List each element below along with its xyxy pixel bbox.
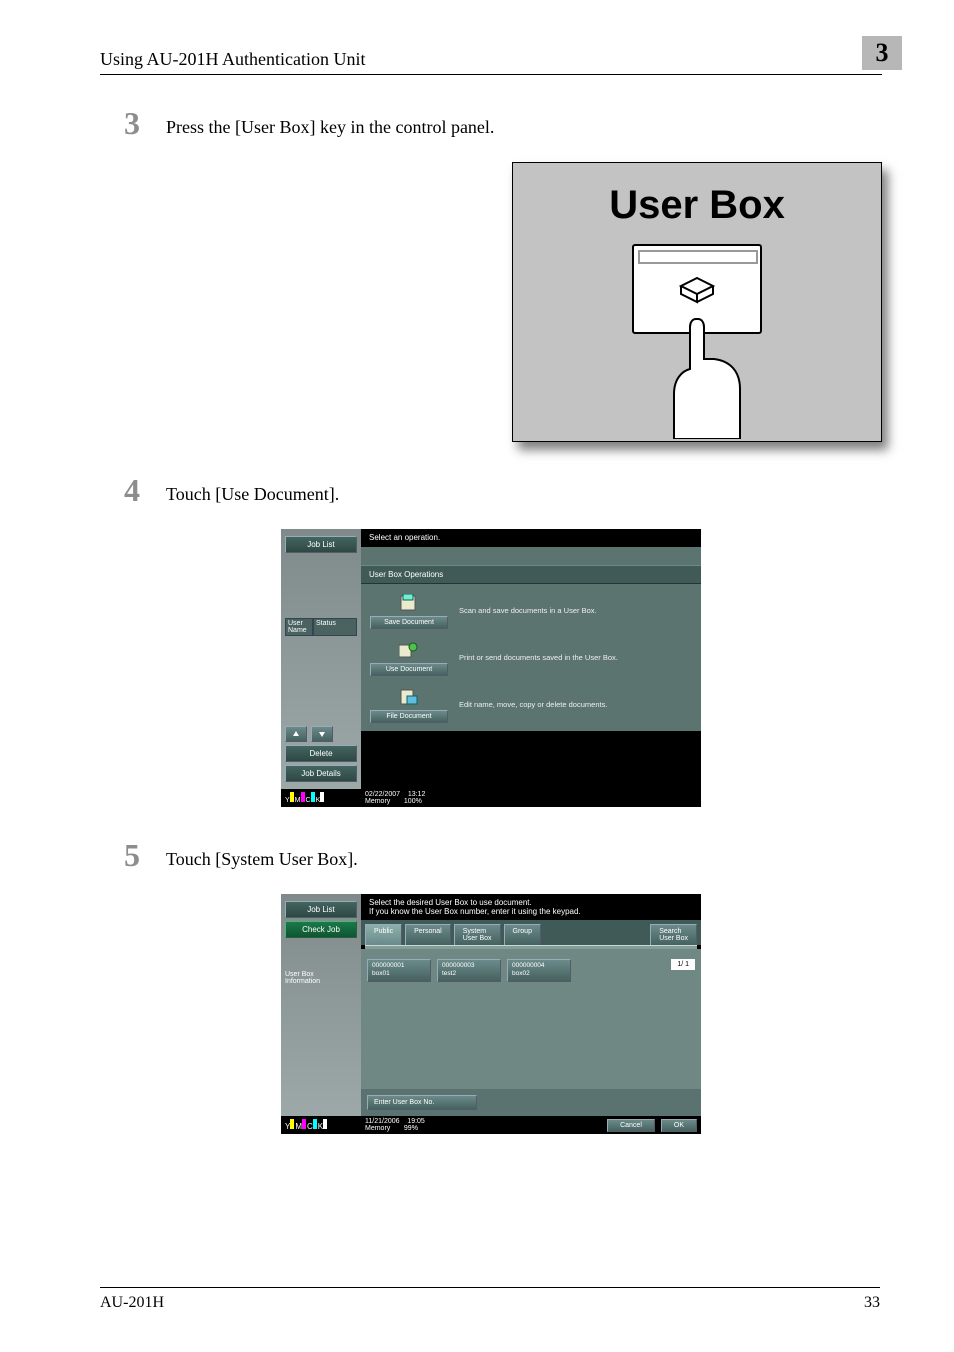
delete-button[interactable]: Delete — [285, 745, 357, 762]
save-document-button[interactable]: Save Document — [370, 616, 448, 629]
page-header: Using AU-201H Authentication Unit 3 — [100, 36, 882, 75]
op-text: Scan and save documents in a User Box. — [459, 606, 597, 615]
panel-footer: Y M C K 11/21/2006 19:05 Memory 99% Canc… — [281, 1116, 701, 1134]
scroll-up-button[interactable] — [285, 726, 307, 742]
toner-c: C — [307, 1119, 317, 1131]
hand-icon — [662, 309, 752, 439]
file-document-icon — [398, 686, 420, 708]
screenshot-use-document: Job List User Name Status Delete Job Det… — [281, 529, 701, 807]
panel-footer: Y M C K 02/22/2007 13:12 Memory 100% — [281, 789, 701, 807]
user-box-label: User Box — [609, 183, 785, 228]
side-panel: Job List User Name Status Delete Job Det… — [281, 529, 361, 789]
cancel-button[interactable]: Cancel — [607, 1119, 655, 1132]
step-text: Touch [System User Box]. — [166, 837, 358, 870]
toner-y: Y — [285, 1119, 294, 1131]
page-indicator: 1/ 1 — [671, 959, 695, 970]
tab-search-user-box[interactable]: Search User Box — [650, 924, 697, 945]
op-file-row: File Document Edit name, move, copy or d… — [369, 686, 693, 723]
user-box-key-panel: User Box — [512, 162, 882, 442]
toner-m: M — [295, 1119, 306, 1131]
figure-user-box-key: User Box — [100, 162, 882, 442]
op-text: Print or send documents saved in the Use… — [459, 653, 618, 662]
toner-m: M — [295, 792, 305, 804]
step-number: 3 — [100, 105, 166, 142]
header-title: Using AU-201H Authentication Unit — [100, 49, 365, 70]
ok-button[interactable]: OK — [661, 1119, 697, 1132]
tab-row: Public Personal System User Box Group Se… — [361, 920, 701, 945]
main-area: Select an operation. User Box Operations… — [361, 529, 701, 789]
tab-public[interactable]: Public — [365, 924, 402, 945]
user-box-item[interactable]: 000000004box02 — [507, 959, 571, 982]
chevron-down-icon — [318, 730, 326, 738]
toner-indicator: Y M C K — [285, 1119, 365, 1131]
toner-k: K — [318, 1119, 327, 1131]
step-5: 5 Touch [System User Box]. — [100, 837, 882, 874]
job-table-header: User Name Status — [285, 618, 357, 636]
job-details-button[interactable]: Job Details — [285, 765, 357, 782]
chevron-up-icon — [292, 730, 300, 738]
tab-personal[interactable]: Personal — [405, 924, 451, 945]
screenshot-system-user-box: Job List Check Job User Box Information … — [281, 894, 701, 1134]
box-icon — [677, 276, 717, 306]
op-save-row: Save Document Scan and save documents in… — [369, 592, 693, 629]
user-box-item[interactable]: 000000003test2 — [437, 959, 501, 982]
footer-model: AU-201H — [100, 1294, 164, 1312]
tab-group[interactable]: Group — [504, 924, 541, 945]
step-text: Touch [Use Document]. — [166, 472, 339, 505]
user-box-info-label: User Box Information — [285, 971, 357, 985]
footer-page-number: 33 — [864, 1294, 880, 1312]
key-slot — [638, 250, 758, 264]
user-box-grid: 000000001box01 000000003test2 000000004b… — [361, 949, 701, 1089]
toner-indicator: Y M C K — [285, 791, 365, 805]
footer-date-time: 02/22/2007 13:12 Memory 100% — [365, 791, 425, 805]
toner-k: K — [316, 792, 325, 804]
footer-date-time: 11/21/2006 19:05 Memory 99% — [365, 1118, 425, 1132]
job-list-button[interactable]: Job List — [285, 536, 357, 553]
step-4: 4 Touch [Use Document]. — [100, 472, 882, 509]
save-document-icon — [398, 592, 420, 614]
op-use-row: Use Document Print or send documents sav… — [369, 639, 693, 676]
tab-system-user-box[interactable]: System User Box — [454, 924, 501, 945]
step-3: 3 Press the [User Box] key in the contro… — [100, 105, 882, 142]
step-number: 5 — [100, 837, 166, 874]
instruction-bar: Select an operation. — [361, 529, 701, 547]
chapter-number: 3 — [862, 36, 902, 70]
col-status: Status — [313, 618, 357, 636]
use-document-icon — [398, 639, 420, 661]
check-job-button[interactable]: Check Job — [285, 921, 357, 938]
section-header: User Box Operations — [361, 565, 701, 584]
scroll-down-button[interactable] — [311, 726, 333, 742]
file-document-button[interactable]: File Document — [370, 710, 448, 723]
main-area: Select the desired User Box to use docum… — [361, 894, 701, 1116]
step-number: 4 — [100, 472, 166, 509]
operations-area: Save Document Scan and save documents in… — [361, 584, 701, 731]
job-list-button[interactable]: Job List — [285, 901, 357, 918]
use-document-button[interactable]: Use Document — [370, 663, 448, 676]
toner-c: C — [306, 792, 315, 804]
page-footer: AU-201H 33 — [100, 1287, 880, 1312]
toner-y: Y — [285, 792, 294, 804]
op-text: Edit name, move, copy or delete document… — [459, 700, 607, 709]
side-panel: Job List Check Job User Box Information — [281, 894, 361, 1116]
user-box-graphic — [622, 244, 772, 434]
step-text: Press the [User Box] key in the control … — [166, 105, 494, 138]
enter-user-box-no-field[interactable]: Enter User Box No. — [367, 1095, 477, 1110]
col-user-name: User Name — [285, 618, 313, 636]
instruction-bar: Select the desired User Box to use docum… — [361, 894, 701, 920]
user-box-item[interactable]: 000000001box01 — [367, 959, 431, 982]
